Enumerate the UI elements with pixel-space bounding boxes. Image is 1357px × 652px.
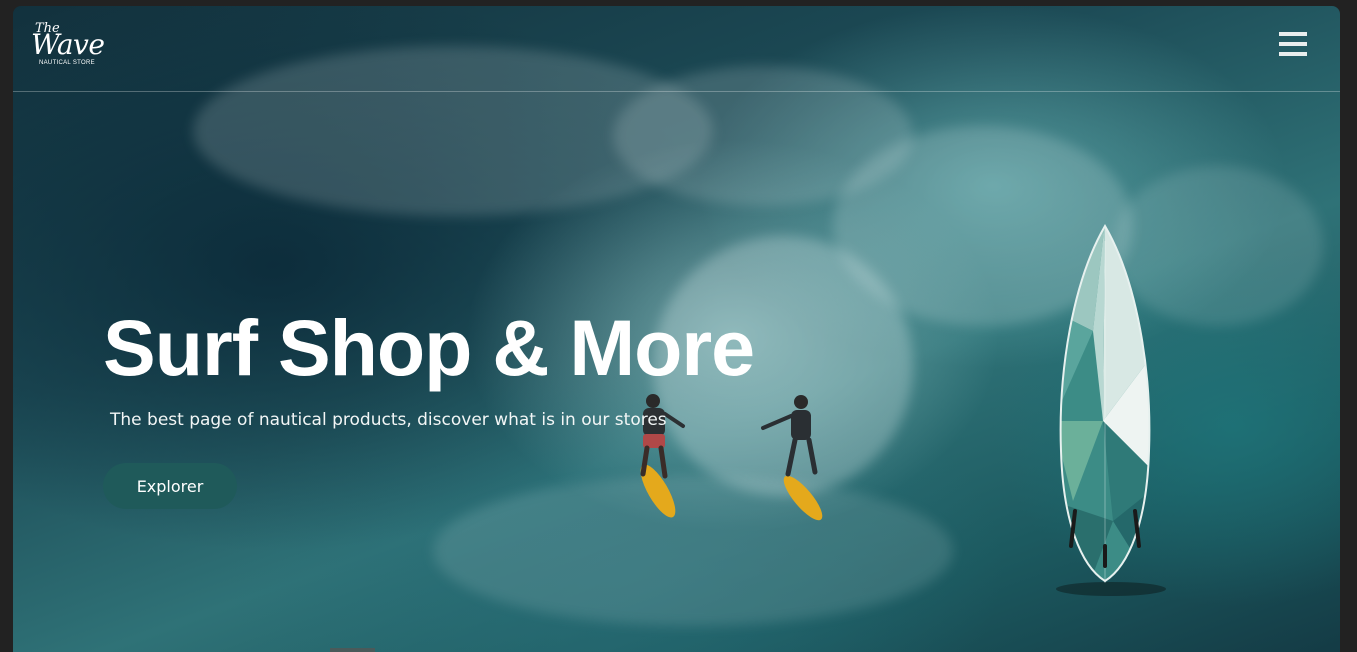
logo-wave: Wave (31, 28, 105, 61)
hero-subtitle: The best page of nautical products, disc… (110, 410, 667, 430)
surfer-right (761, 395, 823, 521)
brand-logo[interactable]: The Wave NAUTICAL STORE (31, 22, 105, 66)
logo-subtitle: NAUTICAL STORE (39, 60, 95, 66)
surfboard-illustration (1056, 224, 1166, 596)
top-navigation-bar: The Wave NAUTICAL STORE (13, 6, 1340, 92)
hero-title: Surf Shop & More (103, 303, 755, 392)
surfers-image (640, 394, 823, 521)
scroll-indicator (330, 648, 375, 652)
hero-section: The Wave NAUTICAL STORE Surf Shop & More… (13, 6, 1340, 652)
explorer-button[interactable]: Explorer (103, 463, 237, 509)
hamburger-menu-icon[interactable] (1279, 32, 1309, 58)
